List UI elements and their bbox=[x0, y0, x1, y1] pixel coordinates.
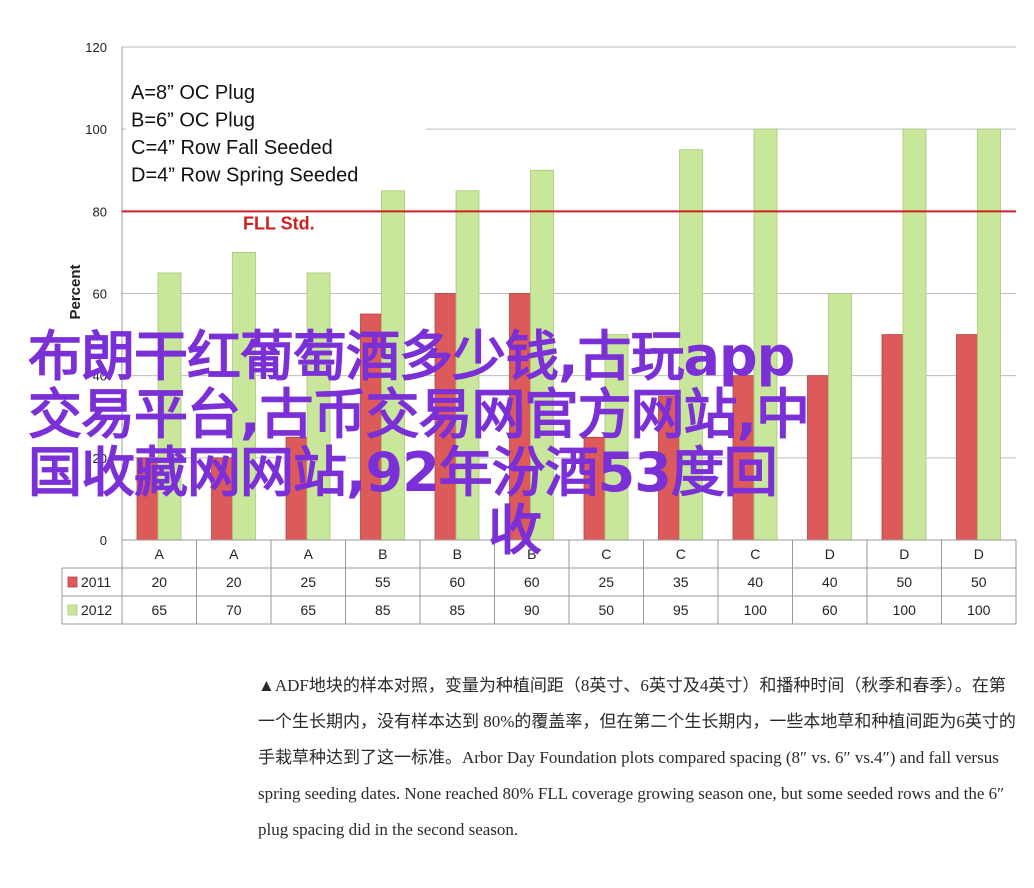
data-label: 60 bbox=[822, 602, 838, 618]
y-tick-label: 80 bbox=[93, 204, 107, 219]
legend-series-label: 2012 bbox=[81, 602, 112, 618]
data-label: 60 bbox=[449, 574, 465, 590]
data-label: 20 bbox=[151, 574, 167, 590]
watermark-line: 交易平台,古币交易网官方网站,中 bbox=[28, 383, 810, 446]
y-tick-label: 60 bbox=[93, 287, 107, 302]
reference-line: FLL Std. bbox=[122, 210, 1016, 233]
data-label: 25 bbox=[598, 574, 614, 590]
watermark-text: 布朗干红葡萄酒多少钱,古玩app 交易平台,古币交易网官方网站,中 国收藏网网站… bbox=[28, 328, 928, 560]
legend-series-label: 2011 bbox=[81, 574, 111, 590]
data-label: 20 bbox=[226, 574, 242, 590]
y-tick-label: 100 bbox=[85, 122, 107, 137]
watermark-line: 收 bbox=[488, 499, 542, 562]
data-label: 100 bbox=[744, 602, 768, 618]
bar-2012 bbox=[977, 128, 1001, 541]
data-label: 85 bbox=[449, 602, 465, 618]
data-label: 85 bbox=[375, 602, 391, 618]
legend-box: A=8” OC Plug B=6” OC Plug C=4” Row Fall Se… bbox=[126, 74, 426, 190]
figure-caption: ▲ADF地块的样本对照，变量为种植间距（8英寸、6英寸及4英寸）和播种时间（秋季… bbox=[258, 676, 1016, 839]
watermark-line: 国收藏网网站,92年汾酒53度回 bbox=[28, 441, 778, 504]
watermark-line: 布朗干红葡萄酒多少钱,古玩app bbox=[28, 325, 795, 388]
y-tick-label: 120 bbox=[85, 40, 107, 55]
legend-box-line: C=4” Row Fall Seeded bbox=[131, 137, 333, 159]
data-label: 90 bbox=[524, 602, 540, 618]
legend-swatch-2012 bbox=[67, 604, 78, 616]
data-label: 70 bbox=[226, 602, 242, 618]
legend-box-line: D=4” Row Spring Seeded bbox=[131, 165, 358, 187]
data-label: 50 bbox=[598, 602, 614, 618]
data-label: 65 bbox=[300, 602, 316, 618]
data-label: 55 bbox=[375, 574, 391, 590]
data-label: 25 bbox=[300, 574, 316, 590]
data-label: 95 bbox=[673, 602, 689, 618]
y-axis-label: Percent bbox=[67, 264, 84, 319]
data-label: 50 bbox=[896, 574, 912, 590]
legend-box-line: B=6” OC Plug bbox=[131, 110, 255, 132]
data-label: 40 bbox=[822, 574, 838, 590]
data-label: 65 bbox=[151, 602, 167, 618]
fll-standard-label: FLL Std. bbox=[243, 213, 315, 233]
legend-swatch-2011 bbox=[67, 576, 78, 588]
data-label: 100 bbox=[893, 602, 917, 618]
legend-box-line: A=8” OC Plug bbox=[131, 82, 255, 104]
bar-2011 bbox=[956, 334, 980, 541]
data-label: 60 bbox=[524, 574, 540, 590]
x-category-label: D bbox=[974, 546, 984, 562]
data-label: 40 bbox=[747, 574, 763, 590]
data-label: 100 bbox=[967, 602, 991, 618]
data-label: 50 bbox=[971, 574, 987, 590]
data-label: 35 bbox=[673, 574, 689, 590]
